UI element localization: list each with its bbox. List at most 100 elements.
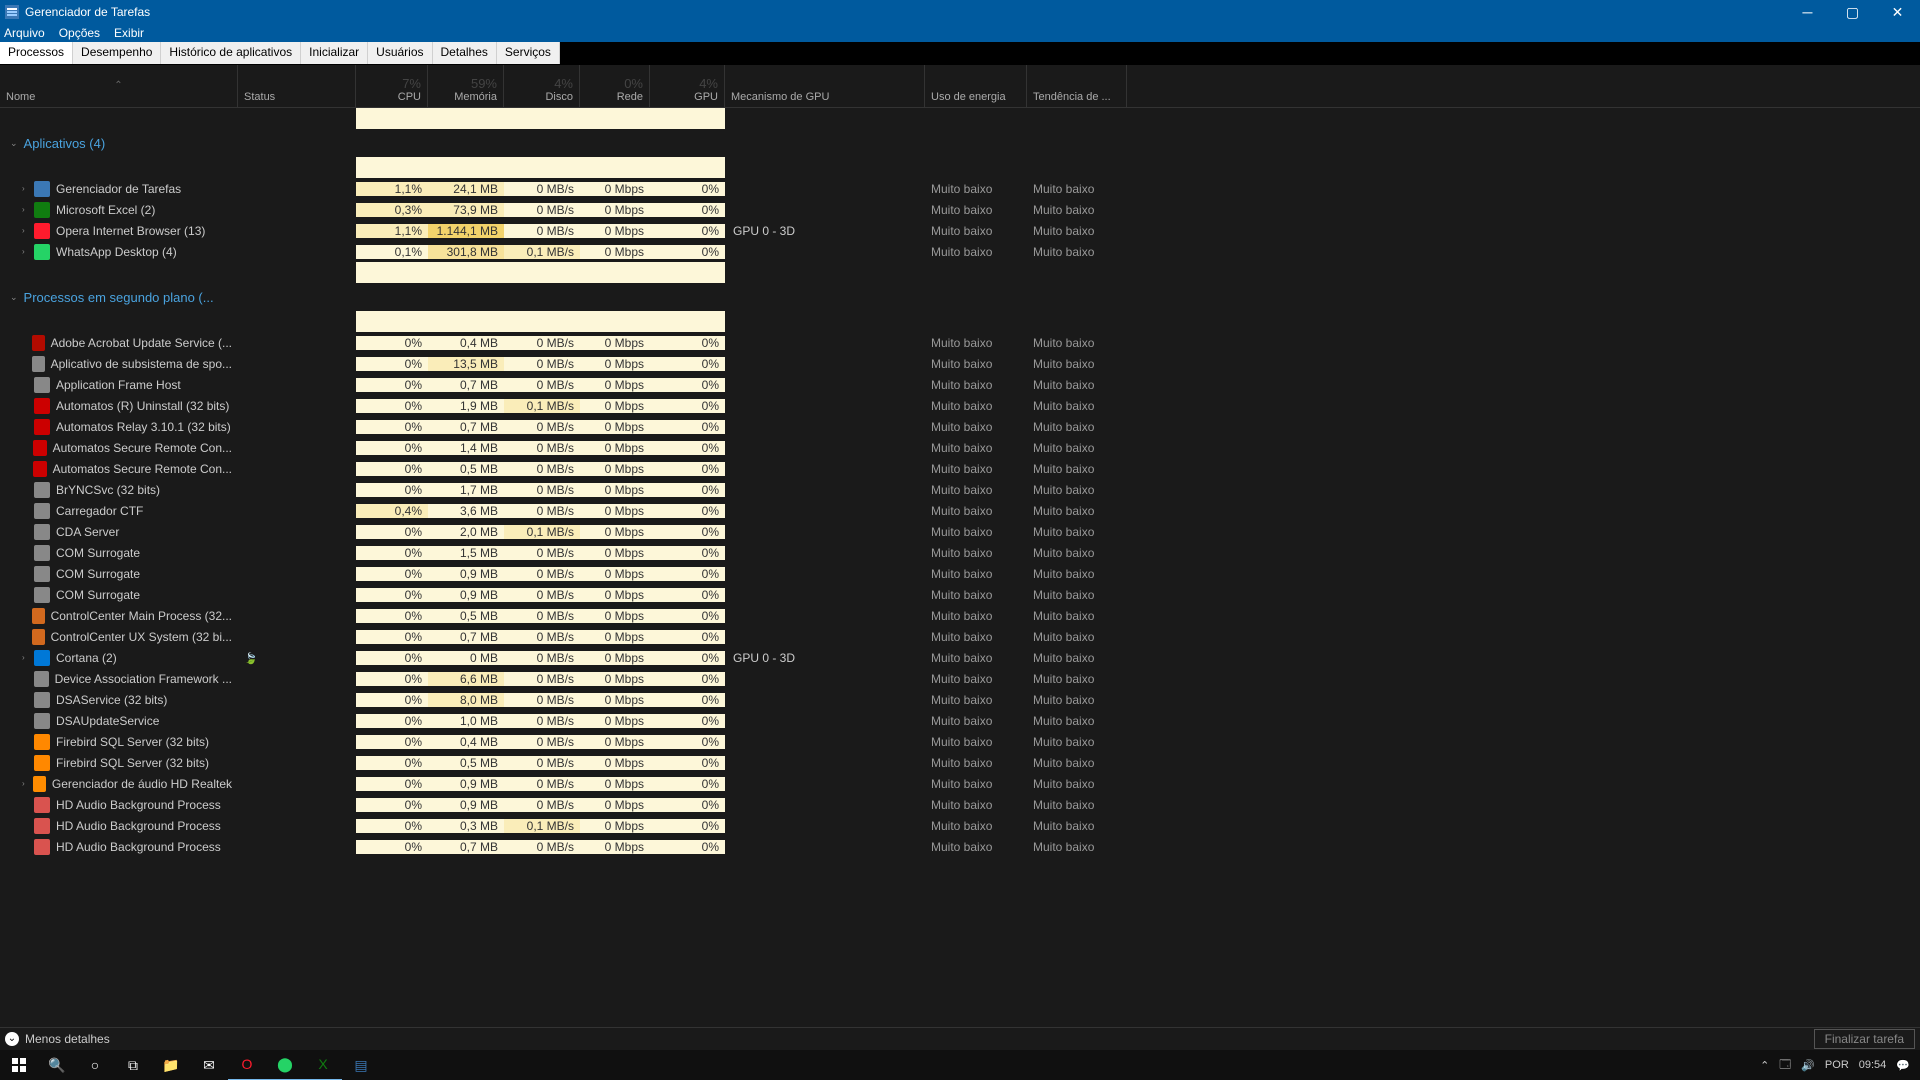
process-name: BrYNCSvc (32 bits) xyxy=(56,483,160,497)
power-cell: Muito baixo xyxy=(925,798,1027,812)
taskmgr-icon[interactable]: ▤ xyxy=(342,1050,380,1080)
cortana-icon[interactable]: ○ xyxy=(76,1050,114,1080)
memory-cell: 24,1 MB xyxy=(428,182,504,196)
search-icon[interactable]: 🔍 xyxy=(38,1050,76,1080)
power-cell: Muito baixo xyxy=(925,504,1027,518)
table-row[interactable]: BrYNCSvc (32 bits) 0% 1,7 MB 0 MB/s 0 Mb… xyxy=(0,479,1920,500)
process-icon xyxy=(34,839,50,855)
language-indicator[interactable]: POR xyxy=(1825,1059,1849,1071)
table-row[interactable]: HD Audio Background Process 0% 0,7 MB 0 … xyxy=(0,836,1920,857)
power-cell: Muito baixo xyxy=(925,245,1027,259)
table-row[interactable]: ControlCenter Main Process (32... 0% 0,5… xyxy=(0,605,1920,626)
table-row[interactable]: ControlCenter UX System (32 bi... 0% 0,7… xyxy=(0,626,1920,647)
table-row[interactable]: › Gerenciador de áudio HD Realtek 0% 0,9… xyxy=(0,773,1920,794)
tab-users[interactable]: Usuários xyxy=(368,42,432,64)
table-row[interactable]: › WhatsApp Desktop (4) 0,1% 301,8 MB 0,1… xyxy=(0,241,1920,262)
memory-cell: 0,7 MB xyxy=(428,420,504,434)
disk-cell: 0 MB/s xyxy=(504,357,580,371)
table-row[interactable]: Aplicativo de subsistema de spo... 0% 13… xyxy=(0,353,1920,374)
system-tray[interactable]: ⌃ 🗔 🔊 POR 09:54 💬 xyxy=(1760,1056,1920,1075)
gpu-cell: 0% xyxy=(650,714,725,728)
table-row[interactable]: COM Surrogate 0% 1,5 MB 0 MB/s 0 Mbps 0%… xyxy=(0,542,1920,563)
group-header[interactable]: ⌄Processos em segundo plano (... xyxy=(0,283,1920,311)
table-row[interactable]: Automatos Secure Remote Con... 0% 1,4 MB… xyxy=(0,437,1920,458)
col-power-trend[interactable]: Tendência de ... xyxy=(1027,65,1127,107)
table-row[interactable]: HD Audio Background Process 0% 0,9 MB 0 … xyxy=(0,794,1920,815)
table-row[interactable]: › Microsoft Excel (2) 0,3% 73,9 MB 0 MB/… xyxy=(0,199,1920,220)
col-power[interactable]: Uso de energia xyxy=(925,65,1027,107)
battery-icon[interactable]: 🗔 xyxy=(1779,1056,1791,1075)
network-cell: 0 Mbps xyxy=(580,483,650,497)
explorer-icon[interactable]: 📁 xyxy=(152,1050,190,1080)
tab-history[interactable]: Histórico de aplicativos xyxy=(161,42,301,64)
taskbar[interactable]: 🔍 ○ ⧉ 📁 ✉ O ⬤ X ▤ ⌃ 🗔 🔊 POR 09:54 💬 xyxy=(0,1050,1920,1080)
col-network[interactable]: 0%Rede xyxy=(580,65,650,107)
maximize-button[interactable]: ▢ xyxy=(1830,1,1875,23)
clock[interactable]: 09:54 xyxy=(1859,1059,1887,1071)
tab-processes[interactable]: Processos xyxy=(0,42,73,64)
menu-view[interactable]: Exibir xyxy=(114,26,144,40)
process-icon xyxy=(34,482,50,498)
menu-options[interactable]: Opções xyxy=(59,26,100,40)
opera-icon[interactable]: O xyxy=(228,1049,266,1080)
process-name: Carregador CTF xyxy=(56,504,143,518)
col-gpu-engine[interactable]: Mecanismo de GPU xyxy=(725,65,925,107)
col-cpu[interactable]: 7%CPU xyxy=(356,65,428,107)
tab-details[interactable]: Detalhes xyxy=(433,42,497,64)
process-icon xyxy=(34,244,50,260)
menu-file[interactable]: Arquivo xyxy=(4,26,45,40)
table-row[interactable]: DSAService (32 bits) 0% 8,0 MB 0 MB/s 0 … xyxy=(0,689,1920,710)
fewer-details-button[interactable]: ⌄ Menos detalhes xyxy=(5,1032,110,1046)
tab-performance[interactable]: Desempenho xyxy=(73,42,161,64)
tab-startup[interactable]: Inicializar xyxy=(301,42,368,64)
whatsapp-icon[interactable]: ⬤ xyxy=(266,1049,304,1080)
col-memory[interactable]: 59%Memória xyxy=(428,65,504,107)
table-row[interactable]: Carregador CTF 0,4% 3,6 MB 0 MB/s 0 Mbps… xyxy=(0,500,1920,521)
process-name: Automatos Secure Remote Con... xyxy=(53,441,232,455)
taskview-icon[interactable]: ⧉ xyxy=(114,1050,152,1080)
table-row[interactable]: Adobe Acrobat Update Service (... 0% 0,4… xyxy=(0,332,1920,353)
power-cell: Muito baixo xyxy=(925,756,1027,770)
power-cell: Muito baixo xyxy=(925,714,1027,728)
table-row[interactable]: COM Surrogate 0% 0,9 MB 0 MB/s 0 Mbps 0%… xyxy=(0,563,1920,584)
col-name[interactable]: ⌃ Nome xyxy=(0,65,238,107)
tab-services[interactable]: Serviços xyxy=(497,42,560,64)
disk-cell: 0 MB/s xyxy=(504,756,580,770)
network-cell: 0 Mbps xyxy=(580,525,650,539)
tray-chevron-icon[interactable]: ⌃ xyxy=(1760,1059,1769,1072)
gpu-cell: 0% xyxy=(650,336,725,350)
volume-icon[interactable]: 🔊 xyxy=(1801,1059,1815,1072)
col-disk[interactable]: 4%Disco xyxy=(504,65,580,107)
end-task-button[interactable]: Finalizar tarefa xyxy=(1814,1029,1915,1049)
excel-icon[interactable]: X xyxy=(304,1049,342,1080)
mail-icon[interactable]: ✉ xyxy=(190,1050,228,1080)
col-gpu[interactable]: 4%GPU xyxy=(650,65,725,107)
process-name: Adobe Acrobat Update Service (... xyxy=(51,336,232,350)
col-status[interactable]: Status xyxy=(238,65,356,107)
table-row[interactable]: HD Audio Background Process 0% 0,3 MB 0,… xyxy=(0,815,1920,836)
table-row[interactable]: Automatos Relay 3.10.1 (32 bits) 0% 0,7 … xyxy=(0,416,1920,437)
notifications-icon[interactable]: 💬 xyxy=(1896,1059,1910,1072)
cpu-cell: 0% xyxy=(356,714,428,728)
table-row[interactable]: Device Association Framework ... 0% 6,6 … xyxy=(0,668,1920,689)
table-row[interactable]: Firebird SQL Server (32 bits) 0% 0,5 MB … xyxy=(0,752,1920,773)
table-row[interactable]: COM Surrogate 0% 0,9 MB 0 MB/s 0 Mbps 0%… xyxy=(0,584,1920,605)
table-row[interactable]: Automatos (R) Uninstall (32 bits) 0% 1,9… xyxy=(0,395,1920,416)
table-row[interactable]: › Opera Internet Browser (13) 1,1% 1.144… xyxy=(0,220,1920,241)
table-row[interactable]: CDA Server 0% 2,0 MB 0,1 MB/s 0 Mbps 0% … xyxy=(0,521,1920,542)
minimize-button[interactable]: ─ xyxy=(1785,1,1830,23)
table-row[interactable]: Application Frame Host 0% 0,7 MB 0 MB/s … xyxy=(0,374,1920,395)
window-titlebar[interactable]: Gerenciador de Tarefas ─ ▢ ✕ xyxy=(0,0,1920,23)
process-name: HD Audio Background Process xyxy=(56,819,221,833)
trend-cell: Muito baixo xyxy=(1027,420,1127,434)
table-row[interactable]: Automatos Secure Remote Con... 0% 0,5 MB… xyxy=(0,458,1920,479)
table-row[interactable]: › Gerenciador de Tarefas 1,1% 24,1 MB 0 … xyxy=(0,178,1920,199)
table-row[interactable]: › Cortana (2) 🍃 0% 0 MB 0 MB/s 0 Mbps 0%… xyxy=(0,647,1920,668)
gpu-cell: 0% xyxy=(650,504,725,518)
group-header[interactable]: ⌄Aplicativos (4) xyxy=(0,129,1920,157)
power-cell: Muito baixo xyxy=(925,525,1027,539)
table-row[interactable]: Firebird SQL Server (32 bits) 0% 0,4 MB … xyxy=(0,731,1920,752)
close-button[interactable]: ✕ xyxy=(1875,1,1920,23)
start-button[interactable] xyxy=(0,1050,38,1080)
table-row[interactable]: DSAUpdateService 0% 1,0 MB 0 MB/s 0 Mbps… xyxy=(0,710,1920,731)
